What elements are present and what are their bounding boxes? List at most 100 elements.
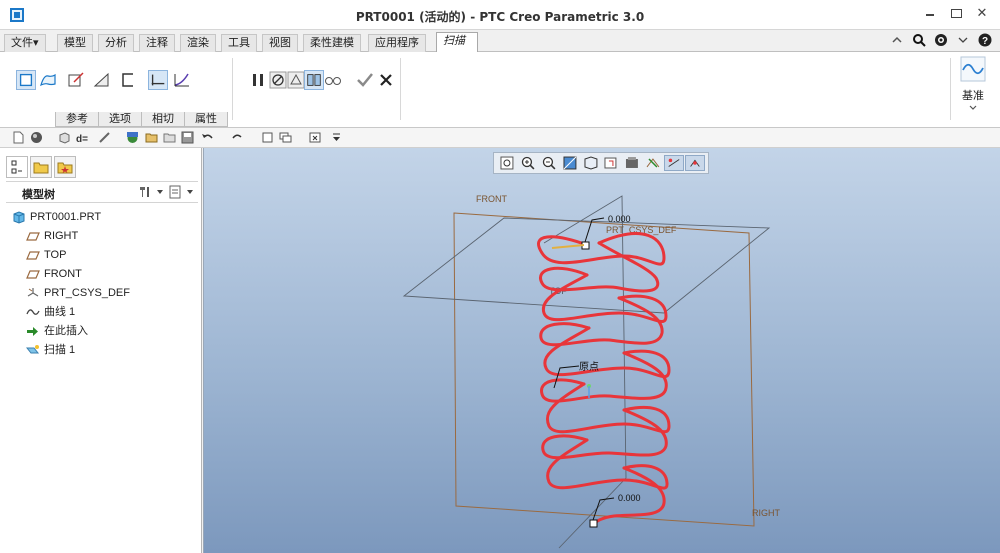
appearance-icon[interactable] [30, 131, 43, 144]
undo-icon[interactable] [201, 131, 214, 144]
open-folder-icon[interactable] [163, 131, 176, 144]
model-scene[interactable]: FRONT TOP RIGHT PRT_CSYS_DEF 0.000 原点 0.… [204, 148, 1000, 553]
tree-item-label: RIGHT [44, 230, 79, 242]
cancel-icon[interactable] [376, 70, 396, 90]
tab-sweep[interactable]: 扫描 [436, 32, 478, 53]
constant-section-icon[interactable] [148, 70, 168, 90]
solid-sweep-icon[interactable] [16, 70, 36, 90]
pause-icon[interactable] [248, 70, 268, 90]
tab-applications[interactable]: 应用程序 [368, 34, 426, 52]
tab-folder-browser[interactable] [30, 156, 52, 178]
sweep-feature-icon [26, 345, 40, 354]
tab-render[interactable]: 渲染 [180, 34, 216, 52]
section-sketch-icon[interactable] [118, 70, 138, 90]
community-icon[interactable] [934, 33, 948, 47]
model-tree-tools [138, 185, 194, 199]
dropdown-arrow-icon[interactable] [186, 188, 194, 196]
saved-orientations-icon[interactable] [601, 155, 621, 171]
tree-item-csys[interactable]: PRT_CSYS_DEF [26, 284, 192, 303]
refit-icon[interactable] [497, 155, 517, 171]
subtab-options[interactable]: 选项 [98, 112, 142, 127]
maximize-icon[interactable] [950, 7, 962, 19]
datum-group[interactable]: 基准 [956, 56, 990, 115]
windows-icon[interactable] [279, 131, 292, 144]
spin-center-icon[interactable] [685, 155, 705, 171]
model-tree: PRT0001.PRT RIGHT TOP FRONT PRT_CSYS_DEF… [12, 208, 192, 360]
surface-sweep-icon[interactable] [38, 70, 58, 90]
model-tree-title: 模型树 [22, 189, 55, 201]
dropdown-arrow-icon[interactable] [968, 104, 978, 112]
tree-item-insert-here[interactable]: 在此插入 [26, 322, 192, 341]
thicken-icon[interactable] [92, 70, 112, 90]
svg-text:d=: d= [76, 134, 88, 144]
collapse-ribbon-icon[interactable] [890, 33, 904, 47]
verify-mode-icon[interactable] [304, 70, 324, 90]
close-window-icon[interactable] [309, 131, 322, 144]
insert-arrow-icon [27, 327, 38, 336]
ribbon-panel: 参考 选项 相切 属性 基准 [0, 52, 1000, 128]
ribbon-separator [950, 58, 951, 120]
datum-label: 基准 [962, 90, 984, 102]
open-file-icon[interactable] [145, 131, 158, 144]
svg-text:?: ? [982, 36, 988, 47]
help-icon[interactable]: ? [978, 33, 992, 47]
view-manager-icon[interactable] [622, 155, 642, 171]
subtab-tangency[interactable]: 相切 [141, 112, 185, 127]
measure-icon[interactable] [98, 131, 111, 144]
minimize-icon[interactable] [924, 7, 936, 19]
variable-section-icon[interactable] [172, 70, 192, 90]
tree-item-front[interactable]: FRONT [26, 265, 192, 284]
subtab-references[interactable]: 参考 [55, 112, 99, 127]
subtab-properties[interactable]: 属性 [184, 112, 228, 127]
new-file-icon[interactable] [12, 131, 25, 144]
datum-plane-top[interactable] [402, 217, 771, 314]
remove-material-icon[interactable] [66, 70, 86, 90]
tab-flexible-modeling[interactable]: 柔性建模 [303, 34, 361, 52]
model-tree-icon [11, 160, 22, 174]
tree-item-sweep[interactable]: 扫描 1 [26, 341, 192, 360]
dropdown-arrow-icon[interactable] [156, 188, 164, 196]
redo-icon[interactable] [231, 131, 244, 144]
glasses-icon[interactable] [323, 70, 343, 90]
tree-item-root[interactable]: PRT0001.PRT [12, 208, 192, 227]
tree-item-label: 曲线 1 [44, 306, 76, 318]
annotation-display-icon[interactable] [664, 155, 685, 171]
dropdown-arrow-icon[interactable] [956, 33, 970, 47]
customize-toolbar-icon[interactable] [330, 131, 343, 144]
tree-item-right[interactable]: RIGHT [26, 227, 192, 246]
origin-label: 原点 [579, 361, 599, 373]
save-icon[interactable] [181, 131, 194, 144]
close-icon[interactable]: ✕ [976, 6, 988, 19]
settings-icon[interactable] [138, 185, 152, 199]
tree-item-curve[interactable]: 曲线 1 [26, 303, 192, 322]
tree-item-top[interactable]: TOP [26, 246, 192, 265]
render-icon[interactable] [126, 131, 139, 144]
tab-favorites[interactable] [54, 156, 76, 178]
tab-annotate[interactable]: 注释 [139, 34, 175, 52]
dimension-icon[interactable]: d= [76, 131, 89, 144]
tab-model[interactable]: 模型 [57, 34, 93, 52]
tab-view[interactable]: 视图 [262, 34, 298, 52]
datum-display-icon[interactable] [643, 155, 663, 171]
tab-tools[interactable]: 工具 [221, 34, 257, 52]
sweep-direction-arrow [551, 244, 585, 249]
preview-icon[interactable] [286, 70, 306, 90]
search-icon[interactable] [912, 33, 926, 47]
help-toolbar: ? [890, 33, 992, 47]
no-preview-icon[interactable] [268, 70, 288, 90]
display-style-icon[interactable] [581, 155, 601, 171]
confirm-icon[interactable] [355, 70, 375, 90]
regenerate-icon[interactable] [261, 131, 274, 144]
tree-item-label: PRT0001.PRT [30, 211, 102, 223]
view-orientation-icon[interactable] [58, 131, 71, 144]
zoom-in-icon[interactable] [518, 155, 538, 171]
tab-model-tree[interactable] [6, 156, 28, 178]
navigator-tabs [6, 156, 76, 178]
graphics-window[interactable]: FRONT TOP RIGHT PRT_CSYS_DEF 0.000 原点 0.… [203, 148, 1000, 553]
sweep-curve[interactable] [537, 232, 671, 528]
tab-analysis[interactable]: 分析 [98, 34, 134, 52]
show-icon[interactable] [168, 185, 182, 199]
zoom-out-icon[interactable] [539, 155, 559, 171]
tab-file[interactable]: 文件▾ [4, 34, 46, 52]
repaint-icon[interactable] [560, 155, 580, 171]
